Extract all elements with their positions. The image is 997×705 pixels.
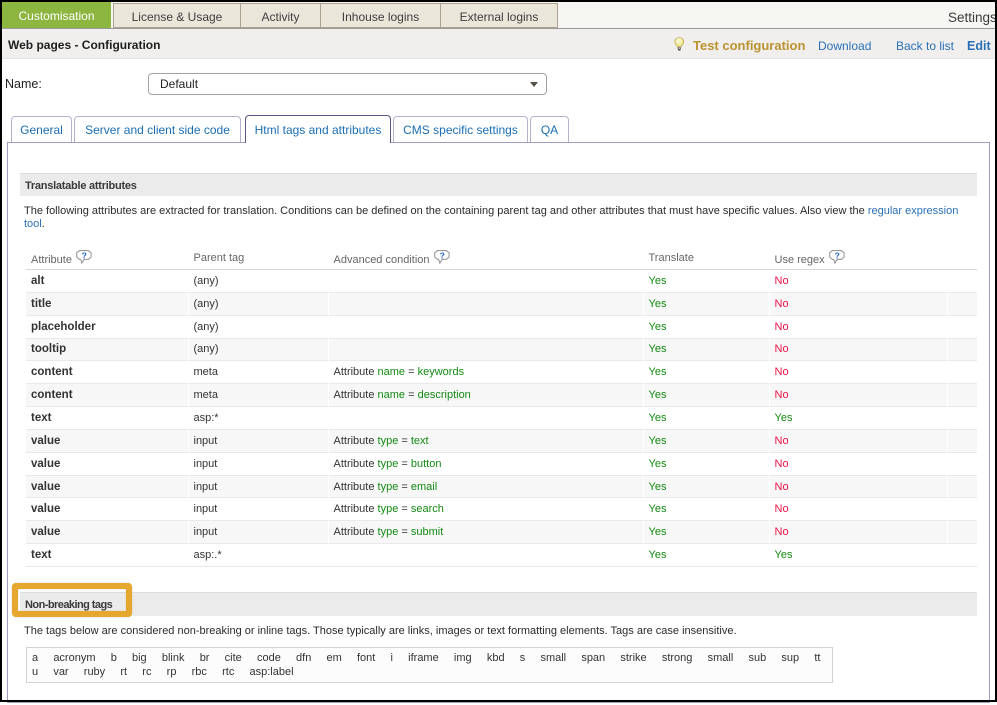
svg-text:?: ?	[834, 250, 839, 260]
svg-text:?: ?	[439, 250, 444, 260]
svg-text:?: ?	[82, 250, 87, 260]
